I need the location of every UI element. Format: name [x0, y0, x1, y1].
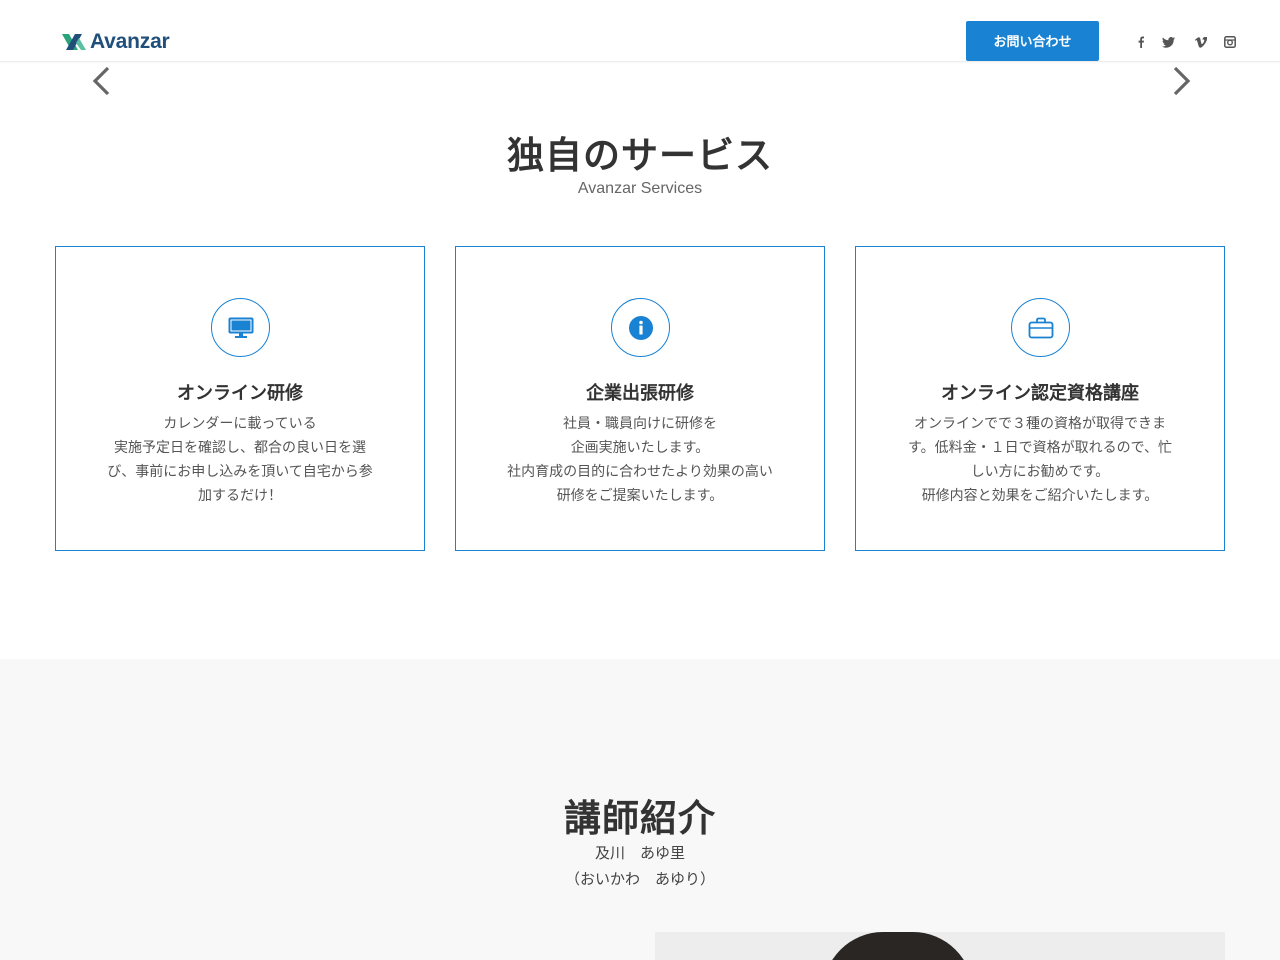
instructor-name-block: 及川 あゆ里 （おいかわ あゆり） [0, 840, 1280, 892]
description-line: しい方にお勧めです。 [970, 464, 1110, 480]
instructor-photo [655, 932, 1225, 960]
description-line: 加するだけ！ [198, 488, 282, 504]
instagram-icon[interactable] [1222, 34, 1238, 50]
description-line: 社員・職員向けに研修を [563, 416, 717, 432]
service-card-title: オンライン研修 [177, 383, 303, 404]
description-line: す。低料金・１日で資格が取れるので、忙 [907, 440, 1173, 456]
service-card-icon-circle [1011, 298, 1070, 357]
slider-prev-button[interactable] [88, 64, 118, 98]
instructor-name-reading: （おいかわ あゆり） [564, 870, 715, 888]
info-icon [628, 315, 653, 340]
service-card-description: 社員・職員向けに研修を 企画実施いたします。 社内育成の目的に合わせたより効果の… [506, 412, 774, 508]
instructor-title: 講師紹介 [564, 797, 716, 840]
contact-button[interactable]: お問い合わせ [966, 21, 1099, 61]
facebook-icon[interactable] [1133, 34, 1149, 50]
slider-next-button[interactable] [1166, 64, 1196, 98]
instructor-photo-hair [823, 932, 973, 960]
logo-text: Avanzar [90, 30, 170, 53]
description-line: カレンダーに載っている [163, 416, 317, 432]
service-card-description: オンラインでで３種の資格が取得できま す。低料金・１日で資格が取れるので、忙 し… [906, 412, 1174, 508]
service-card-icon-circle [211, 298, 270, 357]
description-line: 企画実施いたします。 [570, 440, 710, 456]
description-line: 研修をご提案いたします。 [556, 488, 724, 504]
site-header: Avanzar お問い合わせ [0, 0, 1280, 62]
service-card-title: 企業出張研修 [586, 383, 694, 404]
service-card-icon-circle [611, 298, 670, 357]
logo[interactable]: Avanzar [61, 30, 170, 54]
description-line: び、事前にお申し込みを頂いて自宅から参 [107, 464, 373, 480]
chevron-right-icon [1173, 66, 1191, 96]
instructor-name: 及川 あゆ里 [594, 844, 685, 862]
chevron-left-icon [92, 66, 110, 96]
description-line: 実施予定日を確認し、都合の良い日を選 [114, 440, 366, 456]
service-card-title: オンライン認定資格講座 [941, 383, 1139, 404]
vimeo-icon[interactable] [1192, 34, 1208, 50]
monitor-icon [228, 317, 253, 338]
service-card-corporate-training[interactable]: 企業出張研修 社員・職員向けに研修を 企画実施いたします。 社内育成の目的に合わ… [455, 246, 825, 551]
services-subtitle: Avanzar Services [577, 180, 703, 197]
description-line: 社内育成の目的に合わせたより効果の高い [507, 464, 773, 480]
description-line: 研修内容と効果をご紹介いたします。 [921, 488, 1159, 504]
services-title: 独自のサービス [507, 134, 773, 177]
description-line: オンラインでで３種の資格が取得できま [914, 416, 1166, 432]
logo-mark-icon [62, 34, 86, 50]
service-card-online-training[interactable]: オンライン研修 カレンダーに載っている 実施予定日を確認し、都合の良い日を選 び… [55, 246, 425, 551]
twitter-icon[interactable] [1160, 34, 1176, 50]
briefcase-icon [1028, 317, 1053, 338]
service-card-description: カレンダーに載っている 実施予定日を確認し、都合の良い日を選 び、事前にお申し込… [106, 412, 374, 508]
service-card-online-certification[interactable]: オンライン認定資格講座 オンラインでで３種の資格が取得できま す。低料金・１日で… [855, 246, 1225, 551]
